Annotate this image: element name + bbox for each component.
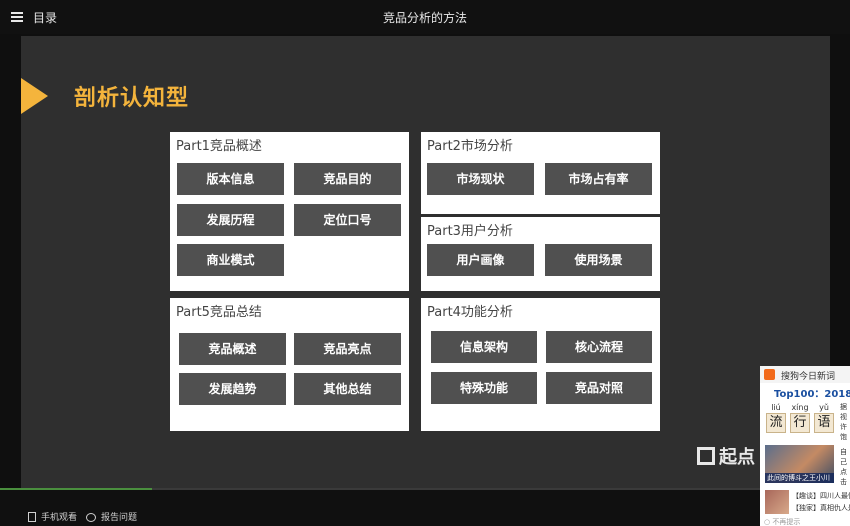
hanzi-tile: 流 — [766, 413, 786, 433]
report-issue-label: 报告问题 — [101, 513, 138, 523]
top-bar: 目录 竞品分析的方法 — [0, 0, 850, 34]
ad-side-text: 饱 — [840, 433, 847, 441]
ad-thumbnail[interactable] — [765, 490, 789, 514]
panel-part3: Part3用户分析 用户画像 使用场景 — [421, 217, 660, 291]
pinyin-label: yǔ — [819, 403, 829, 412]
news-popup-ad[interactable]: 搜狗今日新词 Top100：2018网 liú xíng yǔ 流 行 语 据 … — [760, 366, 850, 526]
logo-text: 起点 — [719, 447, 755, 468]
ad-side-text: 点 — [840, 468, 847, 476]
pill-item: 用户画像 — [427, 244, 534, 276]
pill-item: 其他总结 — [294, 373, 401, 405]
dismiss-ad-link[interactable]: ○ 不再提示 — [764, 517, 800, 526]
pill-item: 发展历程 — [177, 204, 284, 236]
panel-title: Part4功能分析 — [427, 305, 513, 320]
pill-item: 竞品目的 — [294, 163, 401, 195]
ad-headline[interactable]: Top100：2018网 — [774, 385, 850, 400]
panel-part4: Part4功能分析 信息架构 核心流程 特殊功能 竞品对照 — [421, 298, 660, 431]
hanzi-tile: 行 — [790, 413, 810, 433]
ad-side-text: 自 — [840, 448, 847, 456]
pill-item: 定位口号 — [294, 204, 401, 236]
slide: 剖析认知型 Part1竞品概述 版本信息 竞品目的 发展历程 定位口号 商业模式… — [21, 36, 830, 488]
pill-item: 核心流程 — [546, 331, 652, 363]
ad-side-text: 视 — [840, 413, 847, 421]
ad-news-line[interactable]: 【趣谈】四川人最快 — [792, 491, 850, 501]
ad-side-text: 击 — [840, 478, 847, 486]
pill-item: 竞品对照 — [546, 372, 652, 404]
panel-part1: Part1竞品概述 版本信息 竞品目的 发展历程 定位口号 商业模式 — [170, 132, 409, 291]
slide-title: 剖析认知型 — [74, 86, 190, 111]
pill-item: 市场现状 — [427, 163, 534, 195]
brand-logo: 起点 — [697, 443, 755, 469]
pill-item: 特殊功能 — [431, 372, 537, 404]
pill-item: 商业模式 — [177, 244, 284, 276]
pinyin-label: xíng — [791, 403, 809, 412]
ad-photo-caption: 此间的博斗之王小川 — [765, 473, 834, 483]
ad-side-text: 据 — [840, 403, 847, 411]
pill-item: 竞品概述 — [179, 333, 286, 365]
mobile-watch-label: 手机观看 — [41, 513, 78, 523]
player-bottom-bar: 手机观看 报告问题 — [0, 490, 760, 526]
panel-title: Part1竞品概述 — [176, 139, 262, 154]
pill-item: 市场占有率 — [545, 163, 652, 195]
pill-item: 使用场景 — [545, 244, 652, 276]
ad-header: 搜狗今日新词 — [760, 366, 850, 383]
phone-icon — [28, 512, 36, 522]
report-issue-button[interactable]: 报告问题 — [86, 510, 137, 523]
pill-item: 竞品亮点 — [294, 333, 401, 365]
pill-item: 信息架构 — [431, 331, 537, 363]
pill-item: 发展趋势 — [179, 373, 286, 405]
page-title: 竞品分析的方法 — [382, 11, 467, 25]
triangle-arrow-icon — [21, 78, 48, 114]
ad-news-line[interactable]: 【独家】真相仇人是 — [792, 503, 850, 513]
ad-side-text: 己 — [840, 458, 847, 466]
ad-header-text: 搜狗今日新词 — [781, 372, 836, 382]
hanzi-tile: 语 — [814, 413, 834, 433]
pill-item: 版本信息 — [177, 163, 284, 195]
panel-title: Part2市场分析 — [427, 139, 513, 154]
panel-title: Part5竞品总结 — [176, 305, 262, 320]
ad-side-text: 许 — [840, 423, 847, 431]
pinyin-label: liú — [771, 403, 781, 412]
panel-title: Part3用户分析 — [427, 224, 513, 239]
panel-part2: Part2市场分析 市场现状 市场占有率 — [421, 132, 660, 214]
mobile-watch-button[interactable]: 手机观看 — [28, 510, 77, 523]
logo-mark-icon — [697, 447, 715, 465]
sogou-logo-icon — [764, 369, 775, 380]
panel-part5: Part5竞品总结 竞品概述 竞品亮点 发展趋势 其他总结 — [170, 298, 409, 431]
chat-bubble-icon — [86, 513, 96, 522]
